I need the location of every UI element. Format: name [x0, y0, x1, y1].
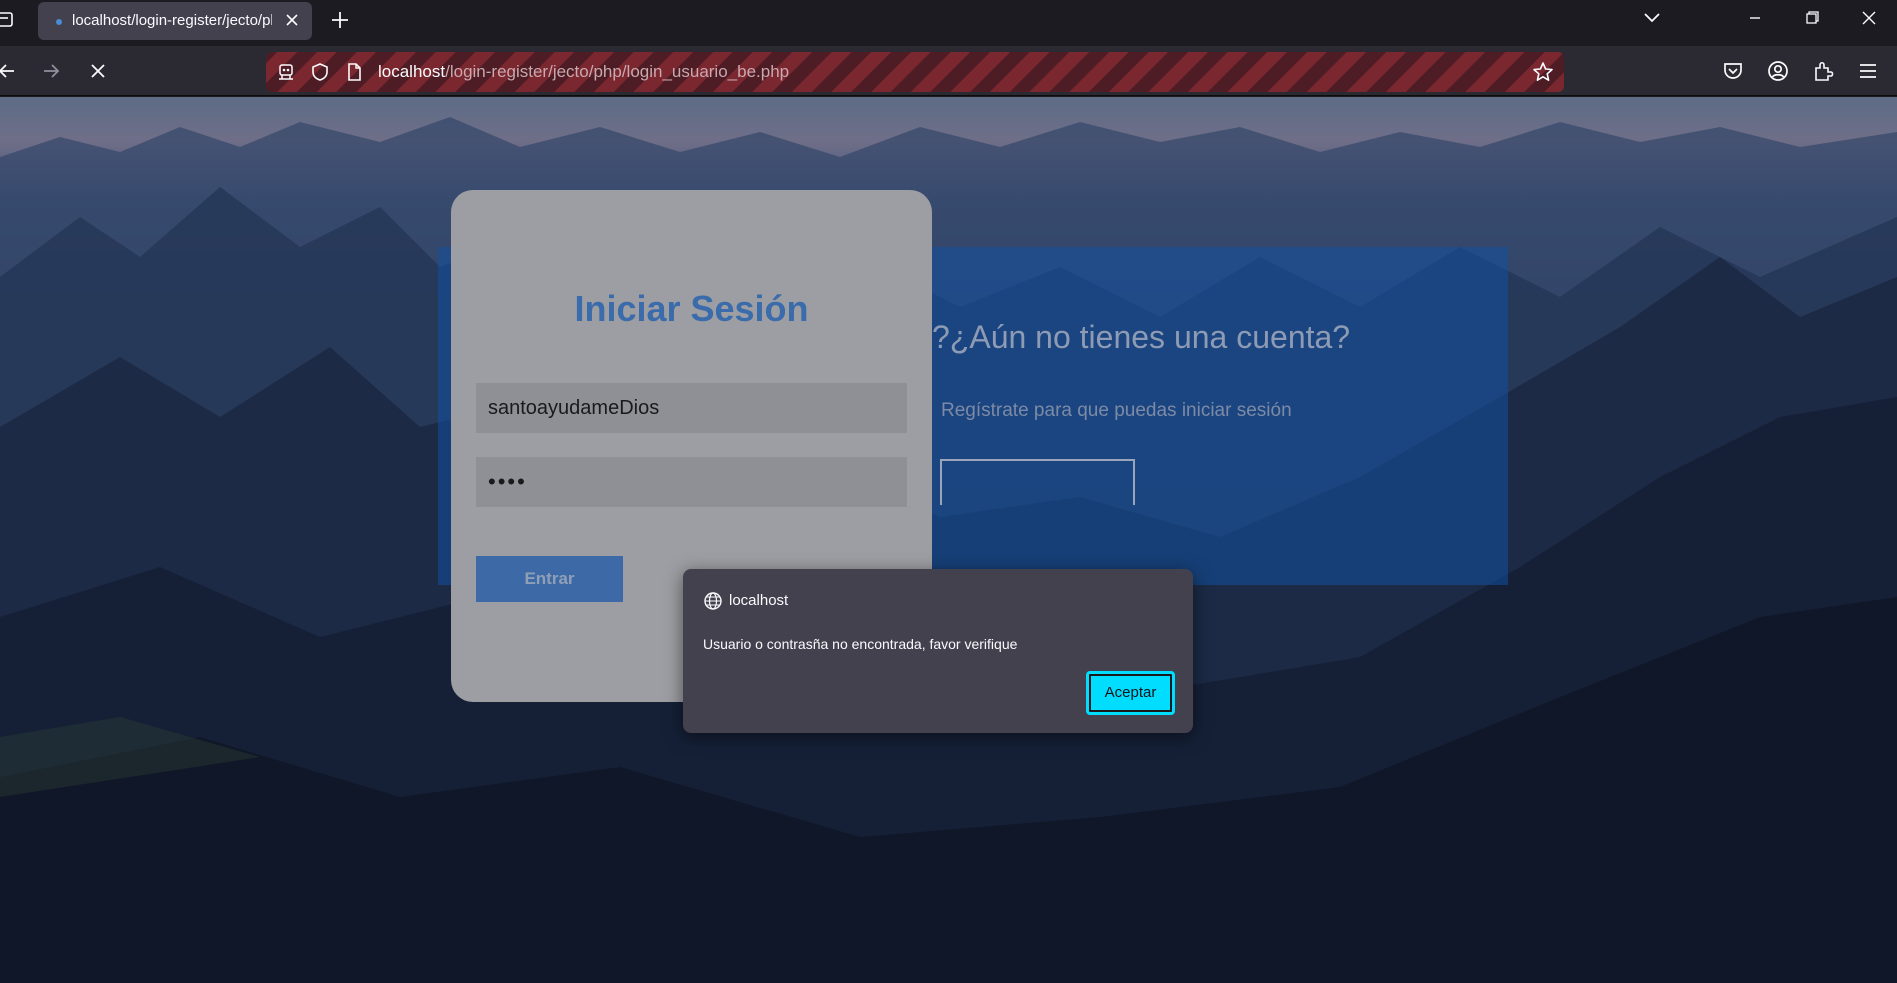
register-button[interactable]	[940, 459, 1135, 505]
register-title: ?¿Aún no tienes una cuenta?	[932, 319, 1351, 355]
extensions-icon[interactable]	[1811, 59, 1835, 83]
dialog-origin: localhost	[729, 592, 789, 609]
alert-dialog: localhost Usuario o contrasña no encontr…	[683, 569, 1193, 733]
new-tab-icon[interactable]	[328, 8, 352, 32]
url-host: localhost	[378, 62, 446, 81]
tab-bar: localhost/login-register/jecto/php/login…	[0, 0, 1897, 46]
active-tab[interactable]: localhost/login-register/jecto/php/login…	[38, 2, 312, 40]
stop-loading-icon[interactable]	[86, 59, 110, 83]
url-path: /login-register/jecto/php/login_usuario_…	[445, 62, 790, 81]
globe-icon	[704, 592, 722, 610]
dialog-message: Usuario o contrasña no encontrada, favor…	[703, 636, 1018, 652]
forward-icon[interactable]	[40, 59, 64, 83]
navigation-bar: localhost/login-register/jecto/php/login…	[0, 46, 1897, 96]
register-subtitle: Regístrate para que puedas iniciar sesió…	[941, 400, 1292, 421]
page-info-icon[interactable]	[344, 62, 364, 82]
list-all-tabs-icon[interactable]	[1637, 6, 1667, 30]
pocket-icon[interactable]	[1721, 59, 1745, 83]
remote-control-robot-icon	[279, 64, 293, 80]
close-tab-icon[interactable]	[282, 10, 302, 30]
url-text[interactable]: localhost/login-register/jecto/php/login…	[378, 62, 789, 82]
password-input[interactable]	[476, 457, 907, 507]
minimize-icon[interactable]	[1740, 6, 1770, 30]
login-title: Iniciar Sesión	[574, 288, 809, 329]
tab-title: localhost/login-register/jecto/php/login…	[72, 12, 272, 29]
page-viewport: ?¿Aún no tienes una cuenta? Regístrate p…	[0, 97, 1897, 983]
accept-button[interactable]: Aceptar	[1086, 671, 1175, 715]
login-submit-button[interactable]: Entrar	[476, 556, 623, 602]
tab-list-icon[interactable]	[0, 10, 14, 28]
back-icon[interactable]	[0, 59, 18, 83]
restore-icon[interactable]	[1797, 6, 1827, 30]
loading-dot-icon	[56, 19, 62, 25]
menu-hamburger-icon[interactable]	[1856, 59, 1880, 83]
tracking-protection-shield-icon[interactable]	[310, 62, 330, 82]
account-icon[interactable]	[1766, 59, 1790, 83]
username-input[interactable]	[476, 383, 907, 433]
url-bar[interactable]: localhost/login-register/jecto/php/login…	[266, 52, 1564, 92]
bookmark-star-icon[interactable]	[1532, 61, 1554, 83]
close-window-icon[interactable]	[1854, 6, 1884, 30]
